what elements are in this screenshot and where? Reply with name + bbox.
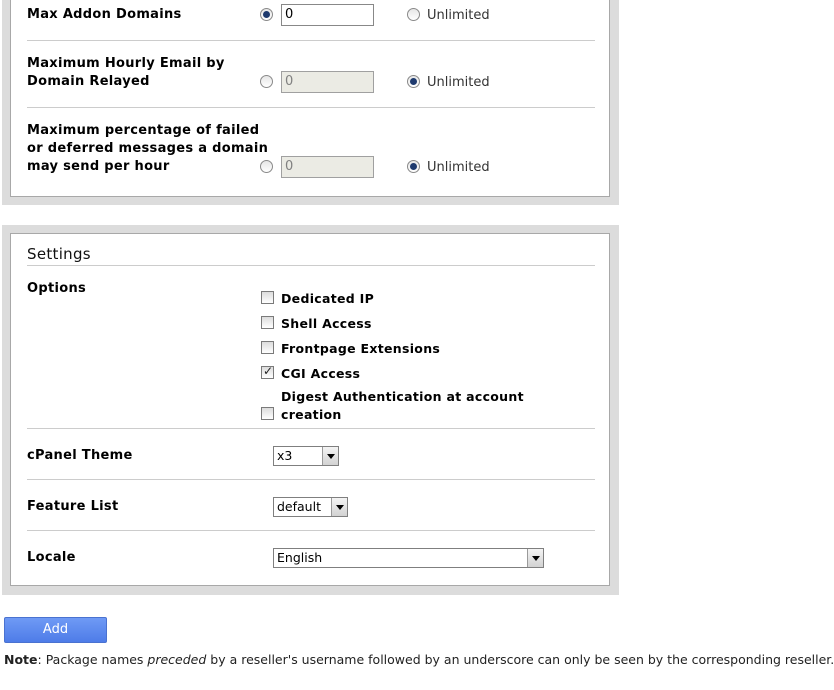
separator [27,479,595,480]
max-failed-pct-value-radio[interactable] [260,160,273,173]
max-failed-pct-label-line1: Maximum percentage of failed [27,123,260,138]
locale-value: English [277,550,323,565]
dedicated-ip-checkbox[interactable] [261,291,274,304]
max-hourly-email-unlimited-radio[interactable] [407,75,420,88]
max-failed-pct-unlimited-radio[interactable] [407,160,420,173]
max-addon-domains-input[interactable]: 0 [281,4,374,26]
max-hourly-email-label-line1: Maximum Hourly Email by [27,56,225,71]
frontpage-extensions-label: Frontpage Extensions [281,341,441,356]
cgi-access-label: CGI Access [281,366,361,381]
locale-label: Locale [27,550,76,565]
cpanel-theme-label: cPanel Theme [27,448,133,463]
feature-list-select[interactable]: default [273,497,348,517]
digest-auth-label: Digest Authentication at account creatio… [281,388,524,424]
max-failed-pct-label-line3: may send per hour [27,159,170,174]
max-failed-pct-unlimited-label: Unlimited [427,160,490,175]
cgi-access-checkbox[interactable] [261,364,274,379]
feature-list-label: Feature List [27,499,119,514]
note-text-2: by a reseller's username followed by an … [206,652,834,667]
digest-auth-label-line2: creation [281,407,342,422]
max-addon-domains-label: Max Addon Domains [27,7,182,22]
separator [27,530,595,531]
locale-select[interactable]: English [273,548,544,568]
note-label: Note [4,652,38,667]
separator [27,428,595,429]
shell-access-label: Shell Access [281,316,372,331]
dedicated-ip-label: Dedicated IP [281,291,375,306]
max-addon-domains-unlimited-label: Unlimited [427,8,490,23]
chevron-down-icon[interactable] [331,498,347,516]
settings-heading-underline [27,265,595,266]
separator [27,40,595,41]
options-label: Options [27,281,87,296]
note-text-italic: preceded [147,652,207,667]
digest-auth-checkbox[interactable] [261,407,274,420]
max-addon-domains-value-radio[interactable] [260,8,273,21]
separator [27,107,595,108]
settings-panel-frame: Settings Options Dedicated IP Shell Acce… [2,225,619,595]
max-hourly-email-input[interactable]: 0 [281,71,374,93]
max-hourly-email-value-radio[interactable] [260,75,273,88]
limits-panel: Max Addon Domains 0 Unlimited Maximum Ho… [10,0,610,197]
settings-heading: Settings [27,245,91,263]
max-failed-pct-input[interactable]: 0 [281,156,374,178]
settings-panel: Settings Options Dedicated IP Shell Acce… [10,233,610,586]
limits-panel-frame: Max Addon Domains 0 Unlimited Maximum Ho… [2,0,619,205]
max-hourly-email-label-line2: Domain Relayed [27,74,150,89]
note-text-1: : Package names [37,652,148,667]
add-button[interactable]: Add [4,617,107,643]
footnote: Note: Package names preceded by a resell… [4,652,834,668]
max-hourly-email-label: Maximum Hourly Email by Domain Relayed [27,55,225,91]
max-failed-pct-label: Maximum percentage of failed or deferred… [27,122,268,176]
max-failed-pct-label-line2: or deferred messages a domain [27,141,269,156]
cpanel-theme-select[interactable]: x3 [273,446,339,466]
cpanel-theme-value: x3 [277,448,293,463]
chevron-down-icon[interactable] [322,447,338,465]
digest-auth-label-line1: Digest Authentication at account [281,389,524,404]
max-addon-domains-unlimited-radio[interactable] [407,8,420,21]
shell-access-checkbox[interactable] [261,316,274,329]
chevron-down-icon[interactable] [527,549,543,567]
frontpage-extensions-checkbox[interactable] [261,341,274,354]
max-hourly-email-unlimited-label: Unlimited [427,75,490,90]
feature-list-value: default [277,499,321,514]
